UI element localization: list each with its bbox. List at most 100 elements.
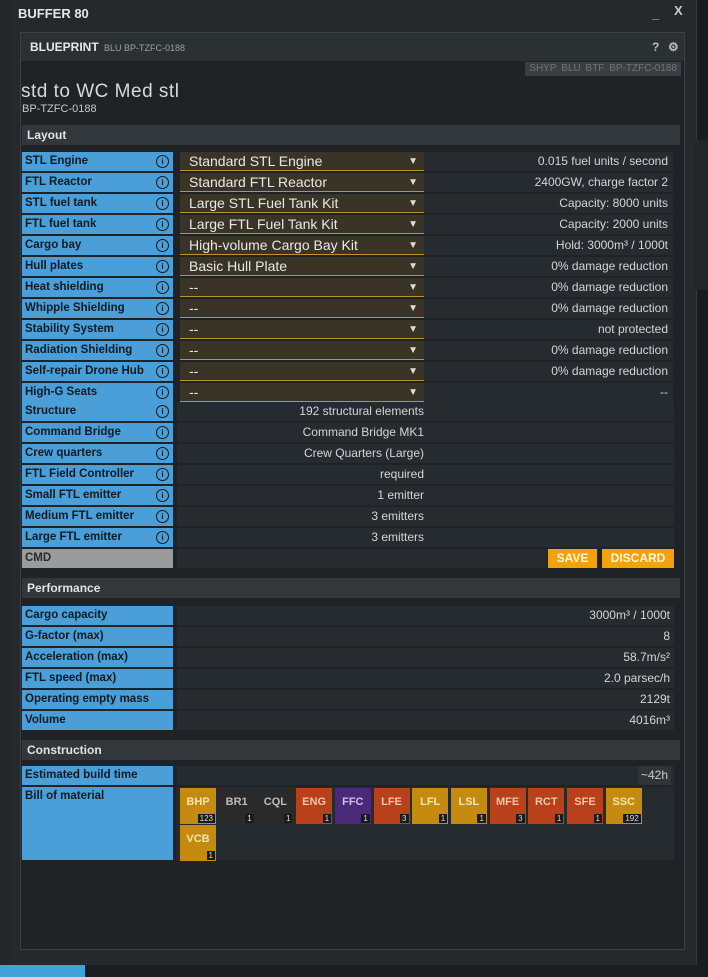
select-stability-system[interactable]: -- ▼	[180, 320, 424, 339]
save-button[interactable]: SAVE	[548, 549, 597, 568]
info-icon[interactable]: i	[156, 302, 169, 315]
info-icon[interactable]: i	[156, 426, 169, 439]
select-value: --	[189, 342, 199, 358]
info-icon[interactable]: i	[156, 176, 169, 189]
row-label-text: Self-repair Drone Hub	[25, 365, 144, 377]
layout-row-self-repair-drone-hub: Self-repair Drone Hub i -- ▼ 0% damage reduc…	[22, 362, 674, 381]
material-tile-mfe[interactable]: MFE 3	[489, 788, 526, 824]
tag-blu[interactable]: BLU	[561, 63, 580, 74]
select-heat-shielding[interactable]: -- ▼	[180, 278, 424, 297]
material-tile-br1[interactable]: BR1 1	[218, 788, 255, 824]
material-tile-eng[interactable]: ENG 1	[296, 788, 333, 824]
layout-row-stability-system: Stability System i -- ▼ not protected	[22, 320, 674, 339]
material-tile-cql[interactable]: CQL 1	[257, 788, 294, 824]
material-tile-lfe[interactable]: LFE 3	[373, 788, 410, 824]
layout-row-hull-plates: Hull plates i Basic Hull Plate ▼ 0% damage r…	[22, 257, 674, 276]
info-icon[interactable]: i	[156, 239, 169, 252]
info-icon[interactable]: i	[156, 510, 169, 523]
help-icon[interactable]: ?	[652, 33, 659, 61]
tag-btf[interactable]: BTF	[586, 63, 605, 74]
material-tile-sfe[interactable]: SFE 1	[567, 788, 603, 824]
fixed-row-structure: Structure i 192 structural elements	[22, 402, 674, 421]
material-tile-lsl[interactable]: LSL 1	[450, 788, 487, 824]
info-icon[interactable]: i	[156, 323, 169, 336]
chevron-down-icon: ▼	[408, 177, 418, 188]
info-icon[interactable]: i	[156, 405, 169, 418]
material-ticker: BR1	[225, 796, 248, 808]
material-count: 1	[438, 814, 448, 823]
row-value: 2400GW, charge factor 2	[424, 173, 673, 192]
info-icon[interactable]: i	[156, 344, 169, 357]
chevron-down-icon: ▼	[408, 156, 418, 167]
row-spacer	[426, 465, 674, 484]
info-icon[interactable]: i	[156, 197, 169, 210]
row-value: Command Bridge MK1	[177, 423, 426, 442]
row-label-text: FTL fuel tank	[25, 218, 97, 230]
layout-row-ftl-fuel-tank: FTL fuel tank i Large FTL Fuel Tank Kit ▼ Ca…	[22, 215, 674, 234]
material-ticker: RCT	[534, 796, 558, 808]
select-stl-engine[interactable]: Standard STL Engine ▼	[180, 152, 424, 171]
build-time-value: ~42h	[637, 766, 671, 785]
tag-row: SHYP BLU BTF BP-TZFC-0188	[525, 62, 681, 76]
select-cargo-bay[interactable]: High-volume Cargo Bay Kit ▼	[180, 236, 424, 255]
select-stl-fuel-tank[interactable]: Large STL Fuel Tank Kit ▼	[180, 194, 424, 213]
select-value: --	[189, 384, 199, 400]
row-label: Stability System i	[22, 320, 173, 339]
row-value: 3 emitters	[177, 507, 426, 526]
info-icon[interactable]: i	[156, 260, 169, 273]
row-label-text: Hull plates	[25, 260, 84, 272]
material-tile-rct[interactable]: RCT 1	[528, 788, 565, 824]
tag-shyp[interactable]: SHYP	[529, 63, 556, 74]
row-label: Operating empty mass	[22, 690, 173, 709]
info-icon[interactable]: i	[156, 281, 169, 294]
row-label-text: Small FTL emitter	[25, 489, 122, 501]
section-layout: Layout	[22, 125, 680, 145]
material-tile-ssc[interactable]: SSC 192	[605, 788, 642, 824]
select-ftl-fuel-tank[interactable]: Large FTL Fuel Tank Kit ▼	[180, 215, 424, 234]
info-icon[interactable]: i	[156, 531, 169, 544]
info-icon[interactable]: i	[156, 155, 169, 168]
material-count: 1	[245, 814, 254, 823]
info-icon[interactable]: i	[156, 468, 169, 481]
select-value: Standard STL Engine	[189, 153, 323, 169]
material-tile-lfl[interactable]: LFL 1	[412, 788, 449, 824]
row-label-text: STL fuel tank	[25, 197, 97, 209]
row-label-text: Whipple Shielding	[25, 302, 125, 314]
row-label-text: Crew quarters	[25, 447, 103, 459]
select-hull-plates[interactable]: Basic Hull Plate ▼	[180, 257, 424, 276]
row-label-text: Heat shielding	[25, 281, 104, 293]
select-ftl-reactor[interactable]: Standard FTL Reactor ▼	[180, 173, 424, 192]
select-radiation-shielding[interactable]: -- ▼	[180, 341, 424, 360]
gear-icon[interactable]: ⚙	[668, 33, 679, 61]
discard-button[interactable]: DISCARD	[602, 549, 674, 568]
material-tile-vcb[interactable]: VCB 1	[180, 825, 216, 861]
buffer-title-bar[interactable]: BUFFER 80 _ X	[18, 0, 690, 28]
info-icon[interactable]: i	[156, 489, 169, 502]
panel-title: BLUEPRINT	[30, 40, 99, 54]
row-label: High-G Seats i	[22, 383, 173, 402]
blueprint-name[interactable]: std to WC Med stl	[21, 81, 179, 103]
chevron-down-icon: ▼	[408, 345, 418, 356]
build-time-cell: ~42h	[177, 766, 674, 785]
row-label: Large FTL emitter i	[22, 528, 173, 547]
minimize-button[interactable]: _	[652, 0, 659, 28]
select-self-repair-drone-hub[interactable]: -- ▼	[180, 362, 424, 381]
chevron-down-icon: ▼	[408, 198, 418, 209]
bom-label: Bill of material	[22, 787, 173, 860]
close-button[interactable]: X	[674, 0, 683, 25]
material-ticker: MFE	[495, 796, 520, 808]
select-high-g-seats[interactable]: -- ▼	[180, 383, 424, 402]
select-whipple-shielding[interactable]: -- ▼	[180, 299, 424, 318]
material-tile-bhp[interactable]: BHP 123	[180, 788, 216, 824]
build-time-row: Estimated build time ~42h	[22, 766, 674, 785]
material-tile-ffc[interactable]: FFC 1	[334, 788, 371, 824]
info-icon[interactable]: i	[156, 386, 169, 399]
row-label: STL Engine i	[22, 152, 173, 171]
material-count: 123	[197, 814, 215, 823]
select-value: High-volume Cargo Bay Kit	[189, 237, 358, 253]
info-icon[interactable]: i	[156, 447, 169, 460]
info-icon[interactable]: i	[156, 365, 169, 378]
layout-row-ftl-reactor: FTL Reactor i Standard FTL Reactor ▼ 2400GW,…	[22, 173, 674, 192]
row-value: 8	[177, 627, 674, 646]
info-icon[interactable]: i	[156, 218, 169, 231]
